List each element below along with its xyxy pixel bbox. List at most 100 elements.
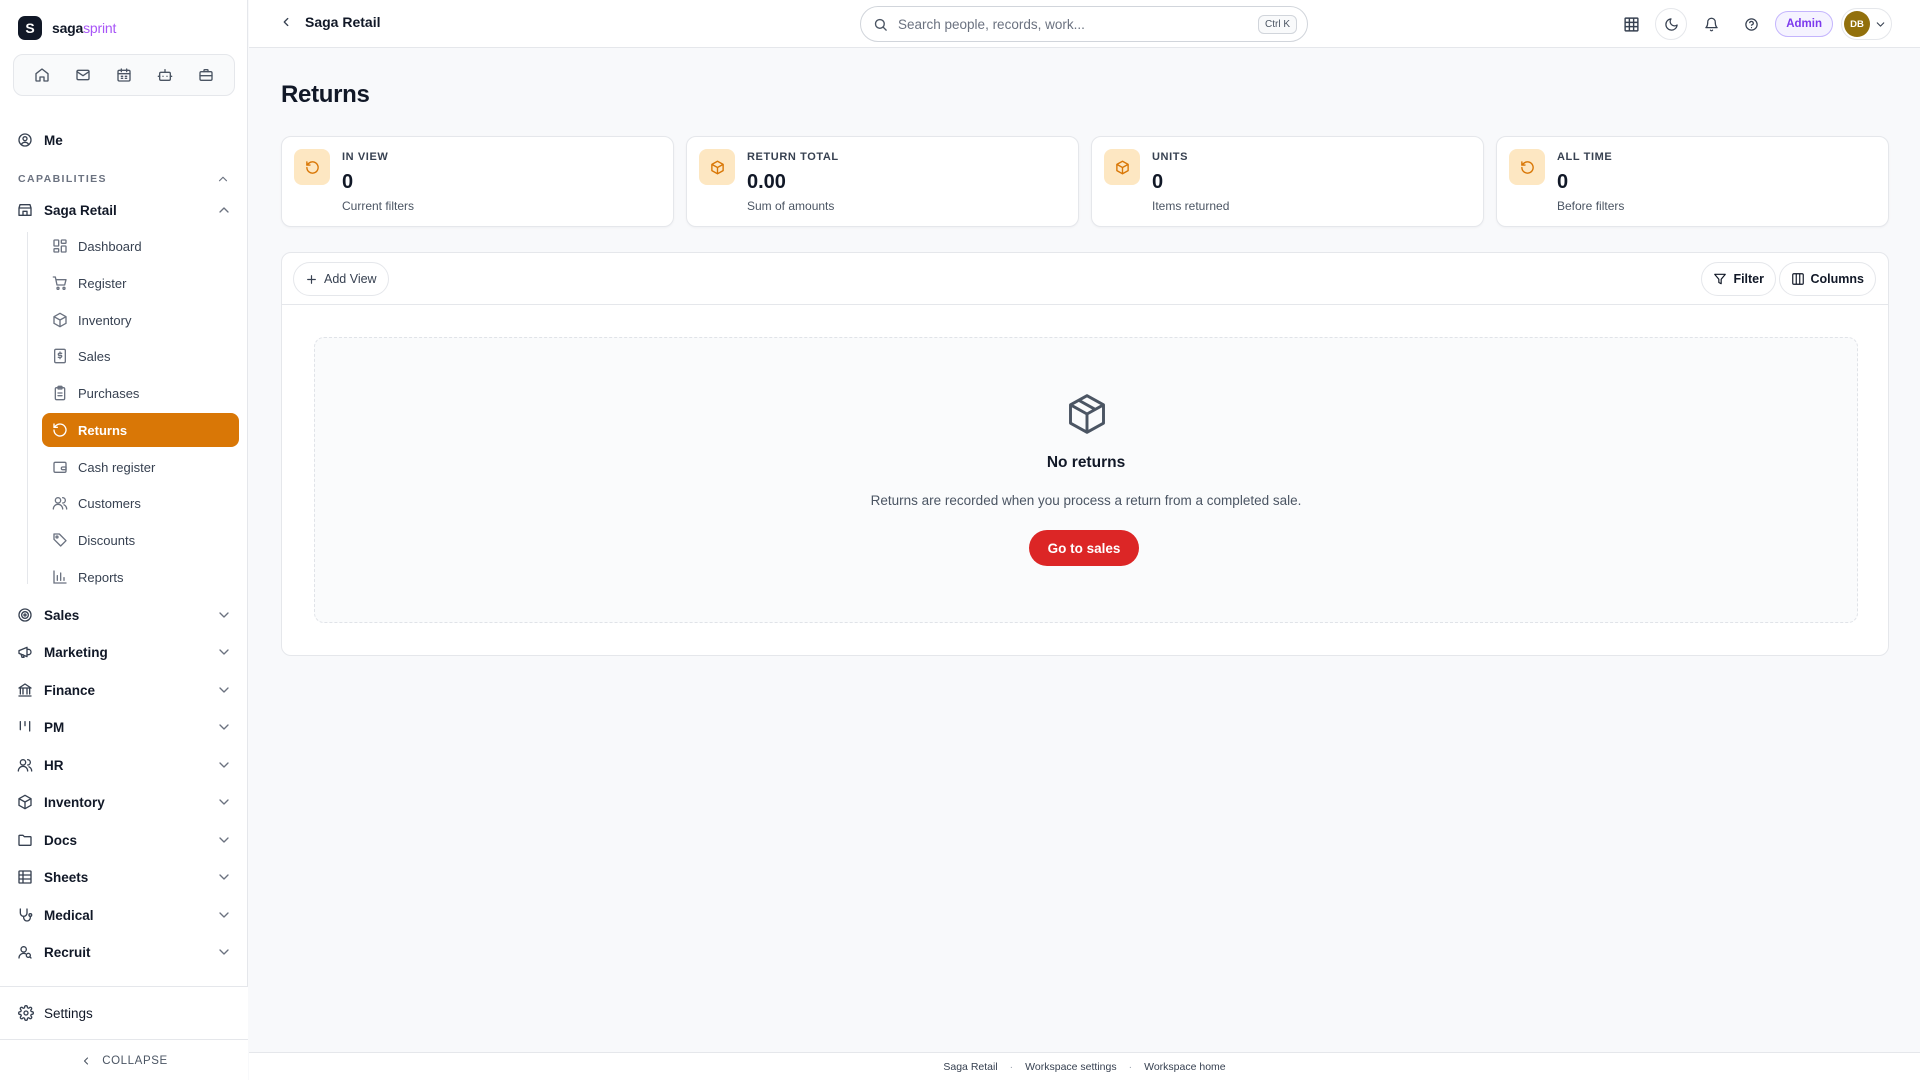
collapse-sidebar-button[interactable]: COLLAPSE — [0, 1039, 248, 1080]
stat-card-return-total: RETURN TOTAL 0.00 Sum of amounts — [686, 136, 1079, 227]
footer-link-app[interactable]: Saga Retail — [943, 1061, 997, 1073]
sidebar-group-saga-retail[interactable]: Saga Retail — [16, 196, 232, 224]
box-icon — [699, 149, 735, 185]
sidebar-item-label: Dashboard — [78, 238, 142, 254]
sidebar-group-docs[interactable]: Docs — [16, 826, 232, 854]
columns-button[interactable]: Columns — [1778, 262, 1876, 296]
return-icon — [1509, 149, 1545, 185]
chevron-left-icon — [283, 17, 289, 27]
sidebar: S sagasprint Me CAPABILITIES Saga Retail… — [0, 0, 248, 1080]
role-badge[interactable]: Admin — [1775, 11, 1833, 37]
help-button[interactable] — [1735, 8, 1767, 40]
empty-state-description: Returns are recorded when you process a … — [870, 493, 1302, 508]
brand-name: sagasprint — [52, 20, 116, 36]
main-content: Returns IN VIEW 0 Current filters RETURN… — [249, 49, 1920, 1052]
home-icon — [35, 68, 50, 82]
sidebar-group-recruit[interactable]: Recruit — [16, 938, 232, 966]
dashboard-icon — [53, 239, 67, 253]
breadcrumb[interactable]: Saga Retail — [279, 14, 380, 30]
chevron-up-icon — [219, 207, 229, 213]
global-search[interactable]: Ctrl K — [860, 6, 1308, 42]
briefcase-button[interactable] — [190, 60, 222, 90]
stat-caption: Current filters — [342, 199, 415, 213]
box-icon — [16, 793, 34, 811]
sidebar-item-customers[interactable]: Customers — [42, 486, 239, 520]
brand[interactable]: S sagasprint — [18, 16, 116, 40]
sidebar-group-finance[interactable]: Finance — [16, 676, 232, 704]
account-menu-button[interactable]: DB — [1841, 8, 1892, 40]
table-icon — [16, 868, 34, 886]
stat-label: RETURN TOTAL — [747, 151, 839, 163]
chevron-down-icon — [219, 612, 229, 618]
calendar-button[interactable] — [108, 60, 140, 90]
bell-icon — [1704, 17, 1718, 31]
sidebar-item-register[interactable]: Register — [42, 266, 239, 300]
theme-toggle-button[interactable] — [1655, 8, 1688, 40]
moon-icon — [1665, 17, 1678, 31]
sidebar-item-me[interactable]: Me — [16, 126, 232, 154]
chevron-down-icon — [1876, 21, 1885, 27]
sidebar-group-medical[interactable]: Medical — [16, 901, 232, 929]
sidebar-item-label: Discounts — [78, 532, 136, 548]
bot-button[interactable] — [149, 60, 181, 90]
target-icon — [16, 606, 34, 624]
topbar-actions: Admin DB — [1615, 8, 1892, 40]
sidebar-item-inventory[interactable]: Inventory — [42, 303, 239, 337]
plus-icon — [307, 274, 316, 284]
sidebar-group-marketing[interactable]: Marketing — [16, 638, 232, 666]
notifications-button[interactable] — [1695, 8, 1727, 40]
sidebar-group-hr[interactable]: HR — [16, 751, 232, 779]
sidebar-group-label: Recruit — [44, 944, 91, 960]
brand-name-primary: saga — [52, 20, 84, 36]
sidebar-group-sales[interactable]: Sales — [16, 601, 232, 629]
chevron-down-icon — [219, 874, 229, 880]
filter-button[interactable]: Filter — [1701, 262, 1776, 296]
sidebar-group-sheets[interactable]: Sheets — [16, 863, 232, 891]
stat-label: UNITS — [1152, 151, 1188, 163]
sidebar-item-dashboard[interactable]: Dashboard — [42, 229, 239, 263]
mail-button[interactable] — [67, 60, 99, 90]
sidebar-item-settings[interactable]: Settings — [18, 1005, 93, 1021]
avatar: DB — [1844, 11, 1870, 37]
capabilities-section-header[interactable]: CAPABILITIES — [18, 172, 230, 186]
stat-card-all-time: ALL TIME 0 Before filters — [1496, 136, 1889, 227]
sidebar-group-inventory[interactable]: Inventory — [16, 788, 232, 816]
sidebar-item-discounts[interactable]: Discounts — [42, 523, 239, 557]
chevron-down-icon — [219, 762, 229, 768]
sidebar-item-label: Returns — [78, 422, 128, 438]
sidebar-group-label: Sheets — [44, 869, 89, 885]
people-icon — [16, 756, 34, 774]
stat-value: 0 — [1152, 171, 1164, 193]
chevron-down-icon — [219, 649, 229, 655]
footer-link-workspace-home[interactable]: Workspace home — [1144, 1061, 1226, 1073]
clipboard-icon — [54, 385, 66, 401]
home-button[interactable] — [26, 60, 58, 90]
sidebar-item-label: Register — [78, 275, 127, 291]
bar-chart-icon — [53, 570, 67, 584]
columns-icon — [1791, 273, 1804, 285]
box-icon — [53, 312, 67, 328]
sidebar-item-returns[interactable]: Returns — [42, 413, 239, 447]
sidebar-group-label: Medical — [44, 907, 94, 923]
sidebar-group-label: HR — [44, 757, 64, 773]
help-circle-icon — [1744, 17, 1758, 31]
cart-icon — [52, 276, 67, 290]
add-view-button[interactable]: Add View — [293, 262, 389, 296]
chevron-down-icon — [219, 799, 229, 805]
apps-grid-button[interactable] — [1615, 8, 1647, 40]
sidebar-item-sales[interactable]: Sales — [42, 339, 239, 373]
tag-icon — [53, 533, 67, 547]
sidebar-item-purchases[interactable]: Purchases — [42, 376, 239, 410]
sidebar-item-reports[interactable]: Reports — [42, 560, 239, 594]
subtree-guide — [27, 232, 28, 584]
collapse-label: COLLAPSE — [102, 1054, 168, 1067]
sidebar-item-label: Customers — [78, 495, 141, 511]
sidebar-item-cash-register[interactable]: Cash register — [42, 450, 239, 484]
sidebar-item-label: Inventory — [78, 312, 132, 328]
go-to-sales-button[interactable]: Go to sales — [1029, 530, 1139, 566]
sidebar-group-pm[interactable]: PM — [16, 713, 232, 741]
section-label: CAPABILITIES — [18, 173, 107, 185]
footer-link-workspace-settings[interactable]: Workspace settings — [1025, 1061, 1116, 1073]
search-shortcut-badge: Ctrl K — [1258, 14, 1297, 34]
search-input[interactable] — [898, 16, 1248, 32]
